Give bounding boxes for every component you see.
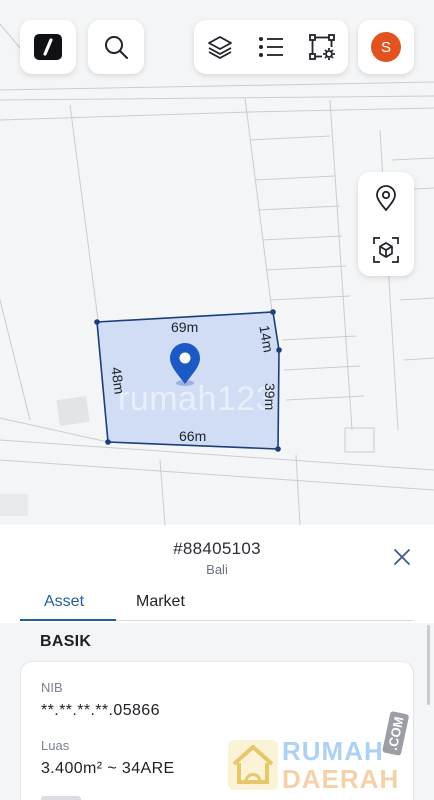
map-view[interactable]: rumah123 69m 14m 39m 66m 48m S	[0, 0, 434, 525]
nib-value: **.**.**.**.05866	[41, 702, 160, 719]
list-icon	[259, 37, 283, 57]
luas-value: 3.400m² ~ 34ARE	[41, 760, 175, 777]
house-logo-icon	[228, 740, 278, 790]
polygon-settings-icon	[308, 34, 335, 60]
side-tools-group	[358, 172, 414, 276]
list-button[interactable]	[246, 21, 297, 73]
nib-label: NIB	[41, 680, 63, 695]
location-button[interactable]	[358, 172, 414, 224]
rumahdaerah-watermark: RUMAH DAERAH .COM	[224, 710, 424, 796]
plot-side-top-label: 69m	[171, 319, 199, 335]
polygon-settings-button[interactable]	[296, 21, 347, 73]
watermark-line2: DAERAH	[282, 764, 400, 794]
map-watermark: rumah123	[118, 380, 276, 418]
search-icon	[105, 36, 128, 59]
map-tools-group	[194, 20, 348, 74]
layers-icon	[208, 36, 233, 59]
tab-bar: Asset Market	[0, 585, 434, 623]
profile-button[interactable]: S	[358, 20, 414, 74]
watermark-line1: RUMAH	[282, 736, 384, 766]
close-icon[interactable]	[392, 547, 412, 567]
section-title: BASIK	[40, 633, 92, 650]
search-button[interactable]	[88, 20, 144, 74]
parcel-id: #88405103	[173, 539, 261, 558]
scrollbar[interactable]	[427, 625, 430, 705]
tab-market[interactable]: Market	[136, 593, 185, 611]
layers-button[interactable]	[195, 21, 246, 73]
location-pin-icon	[376, 185, 396, 212]
luas-label: Luas	[41, 738, 70, 753]
3d-box-icon	[373, 237, 399, 263]
tab-asset[interactable]: Asset	[44, 593, 84, 611]
logo-icon	[34, 34, 62, 60]
app-logo-button[interactable]	[20, 20, 76, 74]
parcel-region: Bali	[206, 562, 228, 577]
active-tab-indicator	[20, 619, 116, 621]
sheet-header: #88405103 Bali	[0, 525, 434, 585]
next-field-label	[41, 796, 81, 800]
plot-side-right-label: 39m	[262, 383, 278, 411]
plot-side-bottom-label: 66m	[179, 428, 207, 444]
3d-view-button[interactable]	[358, 224, 414, 276]
avatar: S	[371, 32, 401, 62]
